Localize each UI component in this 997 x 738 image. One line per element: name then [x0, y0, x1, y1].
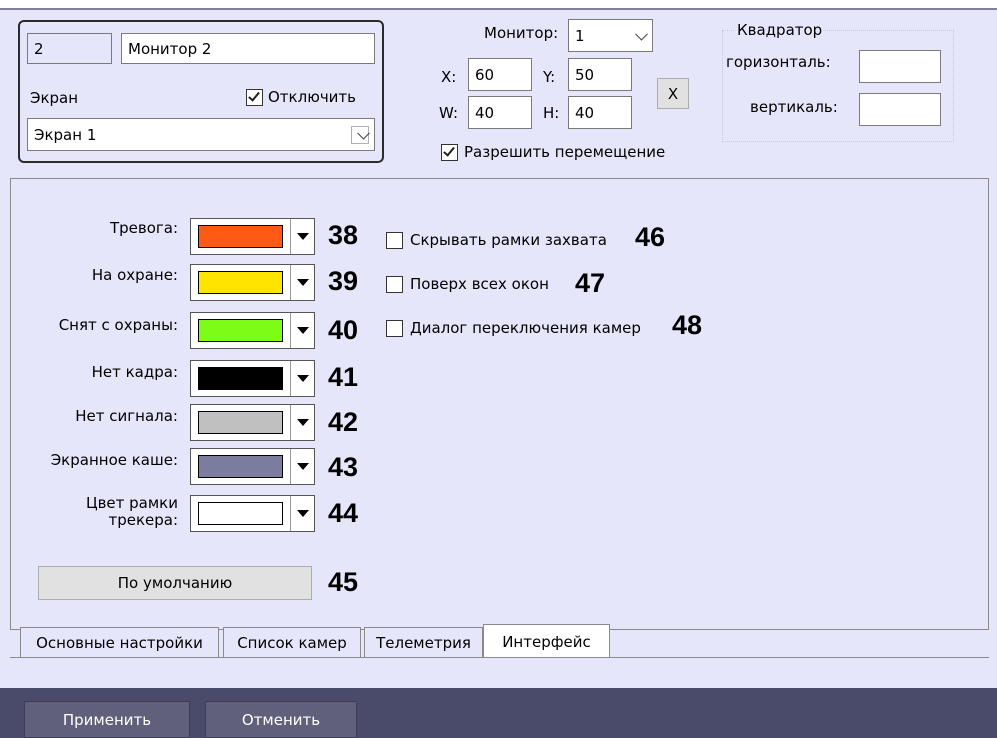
- apply-button[interactable]: Применить: [24, 701, 190, 738]
- camera-switch-dialog-label: Диалог переключения камер: [410, 319, 641, 337]
- tab-telemetry[interactable]: Телеметрия: [364, 627, 483, 658]
- callout-47: 47: [575, 268, 606, 298]
- screen-mask-color-label: Экранное каше:: [50, 451, 178, 469]
- no-signal-color-select[interactable]: [190, 404, 315, 441]
- alarm-color-label: Тревога:: [109, 219, 178, 237]
- triangle-down-icon[interactable]: [290, 405, 314, 440]
- monitor-name-value: Монитор 2: [128, 39, 212, 58]
- armed-color-swatch: [198, 271, 283, 294]
- w-label: W:: [439, 104, 459, 122]
- tab-basic-settings[interactable]: Основные настройки: [20, 627, 219, 658]
- triangle-down-icon[interactable]: [290, 313, 314, 348]
- callout-38: 38: [328, 220, 359, 250]
- tracker-frame-label-line2: трекера:: [108, 511, 178, 529]
- y-field[interactable]: 50: [568, 58, 632, 91]
- h-field[interactable]: 40: [568, 96, 632, 129]
- monitor-number-select[interactable]: 1: [568, 19, 653, 52]
- triangle-down-icon[interactable]: [290, 219, 314, 254]
- screen-mask-color-select[interactable]: [190, 448, 315, 485]
- monitor-label: Монитор:: [484, 24, 559, 42]
- alarm-color-select[interactable]: [190, 218, 315, 255]
- disable-checkbox-box[interactable]: [246, 88, 263, 106]
- quad-horizontal-label: горизонталь:: [726, 53, 831, 71]
- quad-vertical-field[interactable]: [859, 93, 941, 126]
- top-divider: [0, 8, 997, 10]
- no-signal-color-label: Нет сигнала:: [75, 407, 178, 425]
- h-value: 40: [575, 103, 595, 122]
- callout-48: 48: [672, 310, 703, 340]
- callout-45: 45: [328, 567, 359, 597]
- monitor-id-value: 2: [34, 39, 44, 58]
- armed-color-select[interactable]: [190, 264, 315, 301]
- quad-title: Квадратор: [735, 21, 825, 39]
- disable-checkbox[interactable]: Отключить: [246, 88, 356, 106]
- cancel-button[interactable]: Отменить: [205, 701, 357, 738]
- no-frame-color-swatch: [198, 367, 283, 390]
- tab-interface[interactable]: Интерфейс: [483, 624, 610, 658]
- callout-41: 41: [328, 362, 359, 392]
- reset-position-button[interactable]: X: [657, 78, 689, 109]
- chevron-down-icon: [635, 27, 648, 41]
- w-value: 40: [475, 103, 495, 122]
- hide-capture-frames-label: Скрывать рамки захвата: [410, 231, 607, 249]
- screen-select[interactable]: Экран 1: [27, 118, 375, 151]
- x-field[interactable]: 60: [468, 58, 532, 91]
- camera-switch-dialog-box[interactable]: [386, 319, 403, 337]
- triangle-down-icon[interactable]: [290, 361, 314, 396]
- allow-move-checkbox-box[interactable]: [441, 143, 458, 161]
- default-button[interactable]: По умолчанию: [38, 566, 312, 600]
- tracker-frame-color-select[interactable]: [190, 495, 315, 532]
- x-value: 60: [475, 65, 495, 84]
- callout-43: 43: [328, 452, 359, 482]
- hide-capture-frames-box[interactable]: [386, 231, 403, 249]
- camera-switch-dialog-checkbox[interactable]: Диалог переключения камер: [386, 319, 641, 337]
- callout-42: 42: [328, 407, 359, 437]
- quad-vertical-label: вертикаль:: [750, 98, 838, 116]
- alarm-color-swatch: [198, 225, 283, 248]
- screen-label: Экран: [30, 89, 79, 107]
- disarmed-color-swatch: [198, 319, 283, 342]
- screen-select-value: Экран 1: [34, 125, 97, 144]
- y-label: Y:: [543, 68, 556, 86]
- no-frame-color-select[interactable]: [190, 360, 315, 397]
- callout-44: 44: [328, 498, 359, 528]
- triangle-down-icon[interactable]: [290, 265, 314, 300]
- callout-40: 40: [328, 315, 359, 345]
- tracker-frame-label-line1: Цвет рамки: [85, 494, 178, 512]
- callout-39: 39: [328, 266, 359, 296]
- no-frame-color-label: Нет кадра:: [91, 363, 178, 381]
- disarmed-color-label: Снят с охраны:: [58, 316, 178, 334]
- tracker-frame-color-label: Цвет рамки трекера:: [20, 495, 178, 529]
- tab-camera-list[interactable]: Список камер: [223, 627, 361, 658]
- disable-checkbox-label: Отключить: [268, 88, 357, 106]
- w-field[interactable]: 40: [468, 96, 532, 129]
- h-label: H:: [543, 104, 560, 122]
- tab-baseline: [10, 657, 989, 658]
- x-label: X:: [441, 68, 457, 86]
- tracker-frame-color-swatch: [198, 502, 283, 525]
- triangle-down-icon[interactable]: [290, 496, 314, 531]
- y-value: 50: [575, 65, 595, 84]
- quad-horizontal-field[interactable]: [859, 50, 941, 83]
- always-on-top-checkbox[interactable]: Поверх всех окон: [386, 275, 549, 293]
- disarmed-color-select[interactable]: [190, 312, 315, 349]
- no-signal-color-swatch: [198, 411, 283, 434]
- always-on-top-box[interactable]: [386, 275, 403, 293]
- callout-46: 46: [635, 222, 666, 252]
- screen-mask-color-swatch: [198, 455, 283, 478]
- armed-color-label: На охране:: [91, 266, 178, 284]
- allow-move-checkbox[interactable]: Разрешить перемещение: [441, 143, 665, 161]
- triangle-down-icon[interactable]: [290, 449, 314, 484]
- hide-capture-frames-checkbox[interactable]: Скрывать рамки захвата: [386, 231, 607, 249]
- monitor-number-value: 1: [575, 26, 585, 45]
- monitor-id-field[interactable]: 2: [27, 33, 112, 64]
- always-on-top-label: Поверх всех окон: [410, 275, 549, 293]
- allow-move-label: Разрешить перемещение: [464, 143, 666, 161]
- monitor-name-field[interactable]: Монитор 2: [121, 33, 375, 64]
